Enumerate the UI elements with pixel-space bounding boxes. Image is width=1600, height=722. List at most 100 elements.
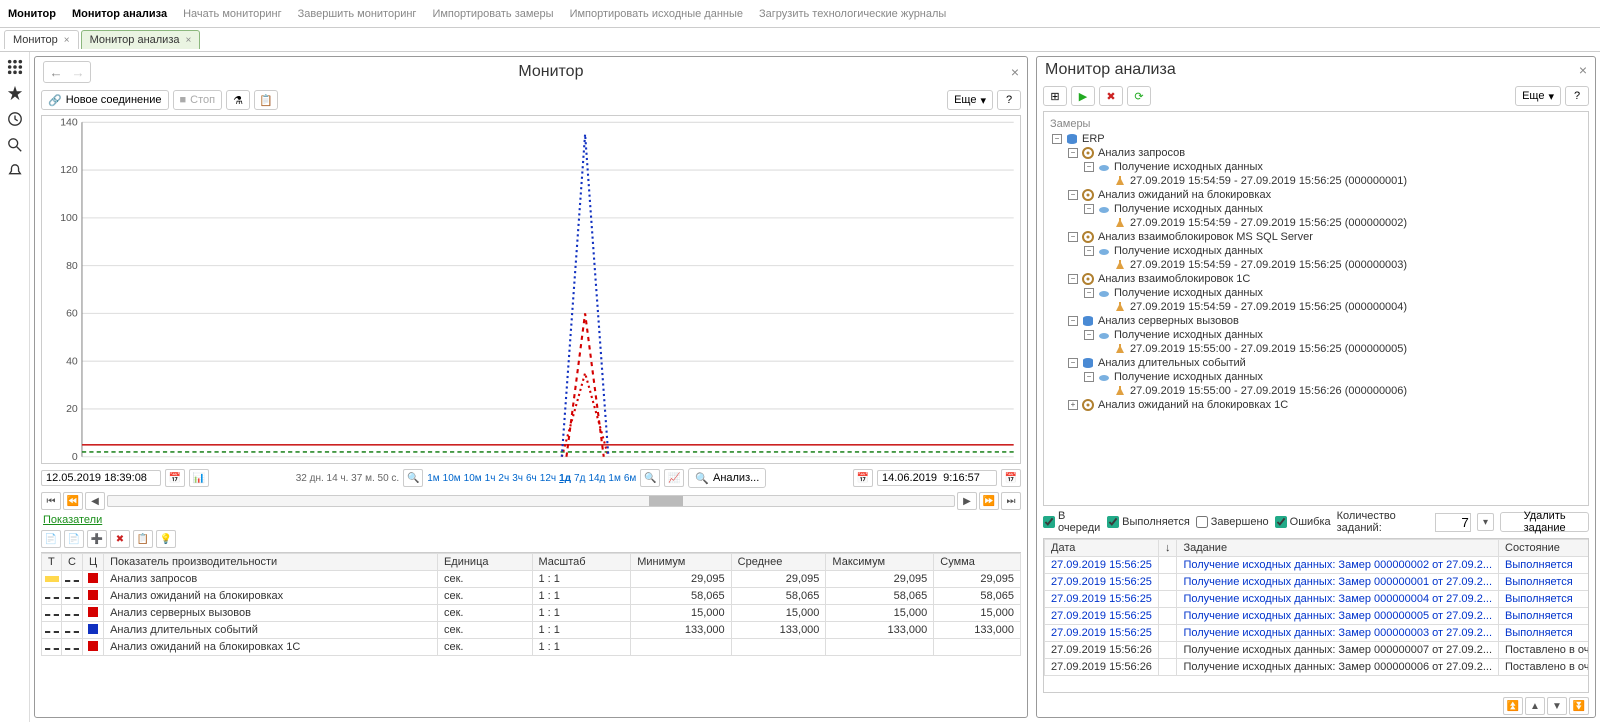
menu-1[interactable]: Монитор анализа (72, 8, 167, 20)
job-row[interactable]: 27.09.2019 15:56:25Получение исходных да… (1045, 608, 1590, 625)
ind-btn-1[interactable]: 📄 (41, 530, 61, 548)
prev-button[interactable]: ◀ (85, 492, 105, 510)
job-row[interactable]: 27.09.2019 15:56:25Получение исходных да… (1045, 574, 1590, 591)
first-button[interactable]: ⏮ (41, 492, 61, 510)
tree-toggle[interactable]: − (1068, 232, 1078, 242)
tree-node[interactable]: −ERP (1048, 132, 1584, 146)
tree-toggle[interactable]: − (1068, 190, 1078, 200)
menu-6[interactable]: Загрузить технологические журналы (759, 8, 946, 20)
new-connection-button[interactable]: 🔗Новое соединение (41, 90, 169, 110)
jobs-last[interactable]: ⏬ (1569, 697, 1589, 715)
help-button[interactable]: ? (1565, 86, 1589, 106)
zoom-in-icon[interactable]: 🔍 (403, 469, 423, 487)
close-icon[interactable]: × (1011, 64, 1019, 80)
tree-node[interactable]: 27.09.2019 15:55:00 - 27.09.2019 15:56:2… (1048, 384, 1584, 398)
tab-close-icon[interactable]: × (64, 35, 70, 46)
job-row[interactable]: 27.09.2019 15:56:26Получение исходных да… (1045, 659, 1590, 676)
indicator-row[interactable]: Анализ длительных событийсек.1 : 1 133,0… (42, 622, 1021, 639)
tree-node[interactable]: −Получение исходных данных (1048, 244, 1584, 258)
tree-node[interactable]: −Анализ взаимоблокировок MS SQL Server (1048, 230, 1584, 244)
more-button[interactable]: Еще ▾ (947, 90, 993, 110)
bell-icon[interactable] (6, 162, 24, 180)
indicator-row[interactable]: Анализ ожиданий на блокировкахсек.1 : 1 … (42, 588, 1021, 605)
tree-node[interactable]: 27.09.2019 15:54:59 - 27.09.2019 15:56:2… (1048, 216, 1584, 230)
menu-0[interactable]: Монитор (8, 8, 56, 20)
close-icon[interactable]: × (1579, 62, 1587, 78)
star-icon[interactable] (6, 84, 24, 102)
menu-4[interactable]: Импортировать замеры (432, 8, 553, 20)
calendar-to-icon[interactable]: 📅 (853, 469, 873, 487)
count-input[interactable] (1435, 513, 1471, 532)
last-button[interactable]: ⏭ (1001, 492, 1021, 510)
calendar-to-icon-2[interactable]: 📅 (1001, 469, 1021, 487)
jobs-up[interactable]: ▲ (1525, 697, 1545, 715)
ind-btn-2[interactable]: 📄 (64, 530, 84, 548)
job-row[interactable]: 27.09.2019 15:56:25Получение исходных да… (1045, 557, 1590, 574)
prev-fast-button[interactable]: ⏪ (63, 492, 83, 510)
chk-queued[interactable]: В очереди (1043, 510, 1101, 534)
tree-node[interactable]: −Анализ длительных событий (1048, 356, 1584, 370)
zoom-out-icon[interactable]: 🔍 (640, 469, 660, 487)
chk-done[interactable]: Завершено (1196, 516, 1269, 528)
delete-job-button[interactable]: Удалить задание (1500, 512, 1589, 532)
zoom-1м-11[interactable]: 1м (608, 473, 620, 484)
tree-node[interactable]: −Получение исходных данных (1048, 202, 1584, 216)
chart-tool-2[interactable]: 📈 (664, 469, 684, 487)
tab-0[interactable]: Монитор× (4, 30, 79, 49)
tree-toggle[interactable]: − (1084, 162, 1094, 172)
tree-toggle[interactable]: − (1052, 134, 1062, 144)
tree-toggle[interactable]: − (1084, 330, 1094, 340)
zoom-1ч-3[interactable]: 1ч (485, 473, 496, 484)
tree-toggle[interactable]: − (1068, 358, 1078, 368)
zoom-10м-2[interactable]: 10м (464, 473, 482, 484)
tree-node[interactable]: −Получение исходных данных (1048, 286, 1584, 300)
next-button[interactable]: ▶ (957, 492, 977, 510)
help-button[interactable]: ? (997, 90, 1021, 110)
tree-toggle[interactable]: − (1084, 288, 1094, 298)
stop-button[interactable]: ■Стоп (173, 90, 223, 110)
ind-btn-5[interactable]: 📋 (133, 530, 153, 548)
time-slider[interactable] (107, 495, 955, 507)
date-from-input[interactable] (41, 470, 161, 486)
history-icon[interactable] (6, 110, 24, 128)
tree-node[interactable]: −Анализ серверных вызовов (1048, 314, 1584, 328)
calendar-from-icon[interactable]: 📅 (165, 469, 185, 487)
tree-toggle[interactable]: − (1084, 372, 1094, 382)
tree-node[interactable]: 27.09.2019 15:54:59 - 27.09.2019 15:56:2… (1048, 258, 1584, 272)
chart-tool-1[interactable]: 📊 (189, 469, 209, 487)
job-row[interactable]: 27.09.2019 15:56:25Получение исходных да… (1045, 591, 1590, 608)
jobs-down[interactable]: ▼ (1547, 697, 1567, 715)
tree-node[interactable]: 27.09.2019 15:54:59 - 27.09.2019 15:56:2… (1048, 174, 1584, 188)
zoom-3ч-5[interactable]: 3ч (512, 473, 523, 484)
back-button[interactable]: ← (46, 64, 66, 80)
job-row[interactable]: 27.09.2019 15:56:26Получение исходных да… (1045, 642, 1590, 659)
zoom-14д-10[interactable]: 14д (588, 473, 605, 484)
menu-5[interactable]: Импортировать исходные данные (570, 8, 743, 20)
menu-2[interactable]: Начать мониторинг (183, 8, 282, 20)
tab-close-icon[interactable]: × (186, 35, 192, 46)
add-indicator-button[interactable]: ➕ (87, 530, 107, 548)
tree-node[interactable]: −Получение исходных данных (1048, 328, 1584, 342)
zoom-6ч-6[interactable]: 6ч (526, 473, 537, 484)
chk-error[interactable]: Ошибка (1275, 516, 1331, 528)
date-to-input[interactable] (877, 470, 997, 486)
chk-running[interactable]: Выполняется (1107, 516, 1190, 528)
menu-3[interactable]: Завершить мониторинг (298, 8, 417, 20)
indicator-row[interactable]: Анализ серверных вызововсек.1 : 1 15,000… (42, 605, 1021, 622)
zoom-1м-0[interactable]: 1м (427, 473, 439, 484)
zoom-7д-9[interactable]: 7д (574, 473, 585, 484)
tree-toggle[interactable]: − (1084, 246, 1094, 256)
job-row[interactable]: 27.09.2019 15:56:25Получение исходных да… (1045, 625, 1590, 642)
tree-node[interactable]: −Получение исходных данных (1048, 370, 1584, 384)
forward-button[interactable]: → (68, 64, 88, 80)
play-button[interactable]: ▶ (1071, 86, 1095, 106)
analysis-button[interactable]: 🔍Анализ... (688, 468, 766, 488)
refresh-button[interactable]: ⟳ (1127, 86, 1151, 106)
indicator-row[interactable]: Анализ запросовсек.1 : 1 29,09529,09529,… (42, 571, 1021, 588)
expand-all-button[interactable]: ⊞ (1043, 86, 1067, 106)
indicators-link[interactable]: Показатели (43, 514, 102, 526)
tree-toggle[interactable]: − (1068, 274, 1078, 284)
tree-toggle[interactable]: − (1084, 204, 1094, 214)
tree-node[interactable]: −Анализ взаимоблокировок 1С (1048, 272, 1584, 286)
tree-node[interactable]: −Анализ ожиданий на блокировках (1048, 188, 1584, 202)
